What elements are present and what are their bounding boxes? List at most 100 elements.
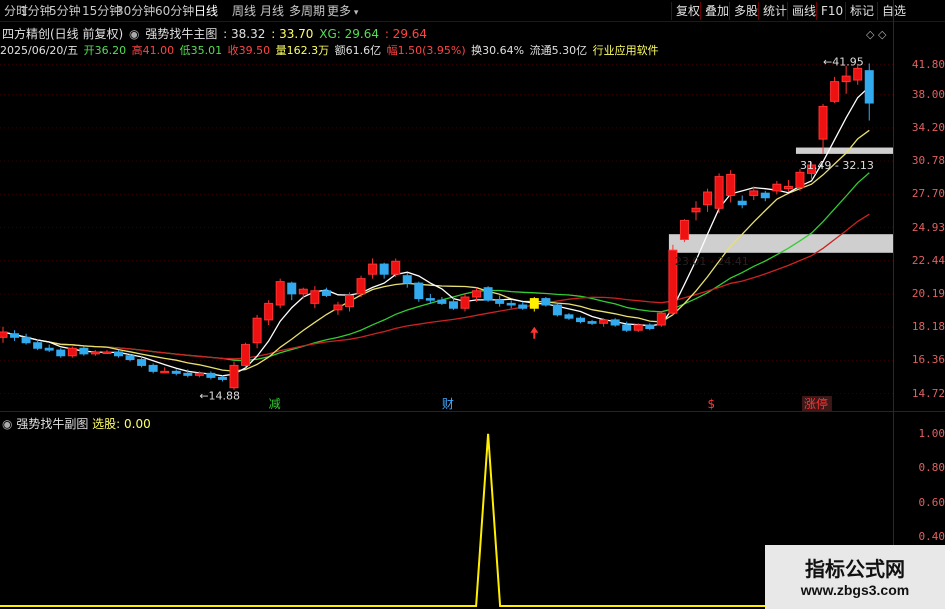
sub-tick-0: 1.00 bbox=[918, 426, 945, 440]
candle-body-15 bbox=[171, 370, 181, 374]
candle-body-66 bbox=[760, 192, 770, 199]
candle-body-59 bbox=[679, 219, 689, 241]
zone1-label: 23.01 - 24.41 bbox=[675, 255, 749, 268]
price-tick-1: 38.00 bbox=[911, 87, 945, 101]
signal-line bbox=[0, 433, 893, 607]
price-tick-5: 24.93 bbox=[911, 220, 945, 234]
candle-body-38 bbox=[437, 299, 447, 304]
candle-body-42 bbox=[483, 287, 493, 301]
price-tick-9: 16.36 bbox=[911, 353, 945, 367]
candle-body-8 bbox=[90, 351, 100, 355]
candle-body-10 bbox=[114, 351, 123, 357]
candle-body-44 bbox=[506, 302, 516, 306]
candle-body-49 bbox=[564, 314, 574, 319]
candle-body-34 bbox=[391, 260, 401, 275]
candle-body-12 bbox=[137, 359, 147, 366]
event-tag-1: 财 bbox=[442, 397, 454, 411]
sub-tick-2: 0.60 bbox=[918, 495, 945, 509]
candle-body-6 bbox=[67, 347, 77, 357]
candle-body-17 bbox=[194, 372, 204, 376]
candle-body-19 bbox=[217, 376, 227, 380]
candle-body-64 bbox=[737, 200, 747, 206]
candle-body-13 bbox=[148, 364, 158, 372]
candle-body-62 bbox=[714, 176, 724, 209]
candle-body-16 bbox=[183, 372, 193, 376]
candle-body-69 bbox=[795, 171, 805, 189]
price-tick-8: 18.18 bbox=[911, 320, 945, 334]
panel-divider[interactable] bbox=[0, 411, 945, 412]
candle-body-14 bbox=[160, 370, 170, 374]
candle-body-40 bbox=[460, 296, 470, 309]
support-zone-2 bbox=[795, 147, 893, 154]
candle-body-30 bbox=[345, 294, 354, 308]
candle-body-27 bbox=[310, 290, 320, 304]
event-tag-3: 涨停 bbox=[804, 396, 828, 411]
candle-body-7 bbox=[79, 347, 89, 355]
candle-body-0 bbox=[0, 331, 8, 338]
candle-body-72 bbox=[830, 81, 840, 102]
candle-body-41 bbox=[472, 290, 482, 298]
price-tick-4: 27.70 bbox=[911, 187, 945, 201]
sub-indicator-value: 选股: 0.00 bbox=[92, 417, 151, 431]
support-zone-1 bbox=[668, 234, 893, 253]
candle-body-20 bbox=[229, 364, 239, 389]
price-tick-10: 14.72 bbox=[911, 386, 945, 400]
candle-body-39 bbox=[448, 301, 458, 309]
candle-body-52 bbox=[599, 319, 609, 324]
candle-body-31 bbox=[356, 278, 366, 295]
candle-body-3 bbox=[33, 342, 43, 349]
candle-body-24 bbox=[275, 281, 285, 306]
candle-body-36 bbox=[414, 282, 424, 300]
candle-body-29 bbox=[333, 304, 343, 311]
candle-body-26 bbox=[298, 288, 308, 295]
price-axis: 41.80 38.00 34.20 30.78 27.70 24.93 22.44 20.19… bbox=[893, 0, 945, 609]
sub-tick-3: 0.40 bbox=[918, 530, 945, 544]
candle-body-33 bbox=[379, 263, 389, 275]
event-tag-2: $ bbox=[708, 397, 716, 411]
candle-body-1 bbox=[10, 333, 20, 338]
candle-body-43 bbox=[495, 299, 505, 304]
price-tick-6: 22.44 bbox=[911, 253, 945, 267]
candle-body-18 bbox=[206, 372, 216, 378]
price-tick-7: 20.19 bbox=[911, 287, 945, 301]
sub-tick-1: 0.80 bbox=[918, 461, 945, 475]
candle-body-53 bbox=[610, 319, 620, 326]
price-tick-0: 41.80 bbox=[911, 57, 945, 71]
candle-body-67 bbox=[772, 183, 782, 192]
sub-indicator-icon[interactable]: ◉ bbox=[2, 417, 12, 431]
candle-body-60 bbox=[691, 207, 701, 213]
sub-panel-header: ◉ 强势找牛副图 选股: 0.00 bbox=[2, 415, 151, 432]
kline-chart[interactable]: ←14.88 ←41.95 23.01 - 24.41 31.49 - 32.13 减 财… bbox=[0, 0, 945, 609]
candle-body-37 bbox=[425, 298, 435, 301]
candle-body-56 bbox=[645, 324, 655, 329]
candle-body-54 bbox=[622, 324, 632, 331]
ma-white-line bbox=[2, 86, 870, 377]
candle-body-35 bbox=[402, 275, 412, 284]
candle-body-55 bbox=[633, 324, 643, 331]
candle-body-74 bbox=[853, 67, 863, 81]
candle-body-51 bbox=[587, 321, 597, 324]
candle-body-9 bbox=[102, 351, 112, 354]
buy-arrow-icon bbox=[530, 326, 539, 339]
candle-body-65 bbox=[749, 190, 759, 196]
candle-body-21 bbox=[241, 344, 251, 366]
price-tick-3: 30.78 bbox=[911, 154, 945, 168]
watermark-logo: 指标公式网 www.zbgs3.com bbox=[765, 545, 945, 609]
candle-body-50 bbox=[576, 317, 585, 323]
candle-body-68 bbox=[783, 185, 793, 190]
candle-body-63 bbox=[726, 173, 736, 196]
candle-body-5 bbox=[56, 349, 66, 357]
candle-body-28 bbox=[321, 290, 331, 296]
candle-body-23 bbox=[264, 302, 274, 321]
candle-body-4 bbox=[44, 347, 54, 351]
candle-body-75 bbox=[864, 70, 874, 104]
candle-body-45 bbox=[518, 304, 528, 309]
event-tag-0: 减 bbox=[269, 397, 281, 411]
candle-body-47 bbox=[541, 298, 551, 306]
sub-indicator-name[interactable]: 强势找牛副图 bbox=[16, 417, 88, 431]
price-tick-2: 34.20 bbox=[911, 120, 945, 134]
candle-body-71 bbox=[818, 105, 828, 140]
candle-body-46 bbox=[529, 298, 539, 309]
candle-body-2 bbox=[21, 336, 31, 344]
candle-body-32 bbox=[368, 263, 378, 275]
